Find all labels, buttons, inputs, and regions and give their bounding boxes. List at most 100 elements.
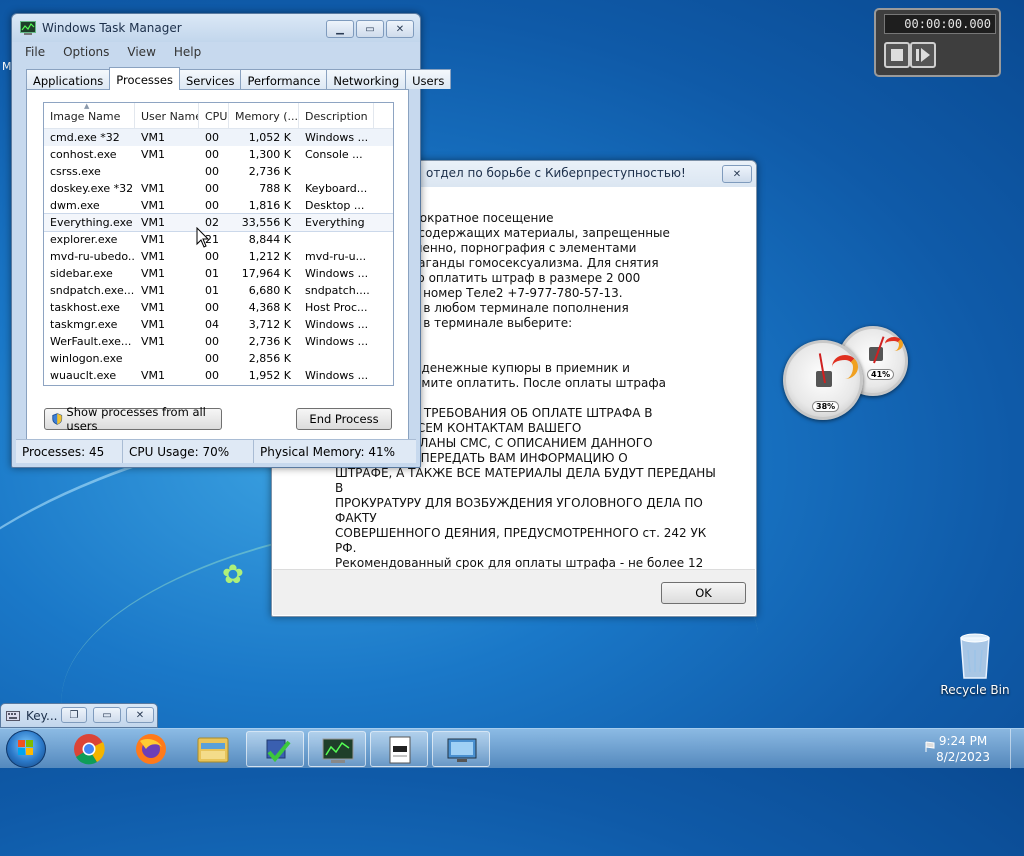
restore-button[interactable]: ❐ [61,707,87,723]
stopwatch-gadget[interactable]: 00:00:00.000 [874,8,1001,77]
taskbar-document[interactable] [370,731,428,767]
ransom-dialog-title: отдел по борьбе с Киберпреступностью! [426,166,686,180]
cell-description: Windows ... [305,335,369,348]
table-row[interactable]: dwm.exe VM1 00 1,816 K Desktop ... [44,197,393,214]
taskbar: 9:24 PM 8/2/2023 [0,728,1024,769]
cell-image-name: sndpatch.exe... [50,284,135,297]
cell-memory: 1,816 K [248,199,291,212]
table-row[interactable]: mvd-ru-ubedo... VM1 00 1,212 Kmvd-ru-u... [44,248,393,265]
close-icon: ✕ [732,168,742,180]
cell-memory: 2,736 K [248,165,291,178]
table-row[interactable]: taskmgr.exe VM1 04 3,712 K Windows ... [44,316,393,333]
show-all-processes-button[interactable]: Show processes from all users [44,405,222,433]
table-row[interactable]: conhost.exe VM1 00 1,300 K Console ... [44,146,393,163]
stopwatch-start-button[interactable] [910,42,936,68]
menu-options[interactable]: Options [54,42,118,62]
taskbar-task-manager[interactable] [308,731,366,767]
process-list-body: cmd.exe *32 VM1 00 1,052 K Windows ... conhos… [44,129,393,384]
cell-image-name: doskey.exe *32 [50,182,134,195]
tab-services[interactable]: Services [178,69,242,89]
cell-image-name: cmd.exe *32 [50,131,120,144]
menu-file[interactable]: File [16,42,54,62]
minimized-window-title: Key... [26,709,58,723]
cell-cpu: 00 [205,199,219,212]
column-memory[interactable]: Memory (... [229,103,299,128]
recycle-bin-desktop-icon[interactable]: Recycle Bin [940,630,1010,697]
close-button[interactable]: ✕ [126,707,154,723]
process-list[interactable]: ▲ Image Name User Name CPU Memory (... De… [43,102,394,386]
table-row[interactable]: sidebar.exe VM1 01 17,964 K Windows ... [44,265,393,282]
end-process-button[interactable]: End Process [296,408,392,430]
tab-applications[interactable]: Applications [26,69,111,89]
menu-view[interactable]: View [118,42,164,62]
cell-memory: 17,964 K [241,267,291,280]
task-manager-title: Windows Task Manager [42,21,182,35]
table-row[interactable]: wuauclt.exe VM1 00 1,952 K Windows ... [44,367,393,384]
tab-processes[interactable]: Processes [109,67,180,90]
tab-performance[interactable]: Performance [240,69,328,89]
cell-image-name: winlogon.exe [50,352,123,365]
cell-cpu: 00 [205,301,219,314]
column-cpu[interactable]: CPU [199,103,229,128]
wallpaper-leaf-icon: ✿ [222,560,244,590]
cell-user-name [135,350,199,367]
cell-memory: 8,844 K [248,233,291,246]
cell-memory: 1,300 K [248,148,291,161]
cell-description [299,350,374,367]
table-row[interactable]: sndpatch.exe... VM1 01 6,680 K sndpatch.... [44,282,393,299]
tray-flag-icon[interactable] [924,741,936,753]
tab-users[interactable]: Users [405,69,452,89]
cell-cpu: 00 [205,369,219,382]
taskbar-chrome[interactable] [60,731,118,767]
uac-shield-icon [52,413,63,425]
cell-description: Console ... [305,148,363,161]
minimize-button[interactable]: ▁ [326,20,354,38]
cell-cpu: 01 [205,284,219,297]
column-user-name[interactable]: User Name [135,103,199,128]
ransom-message-line: СОВЕРШЕННОГО ДЕЯНИЯ, ПРЕДУСМОТРЕННОГО ст… [335,526,711,555]
tab-networking[interactable]: Networking [326,69,407,89]
taskbar-explorer[interactable] [184,731,242,767]
table-row[interactable]: winlogon.exe 00 2,856 K [44,350,393,367]
taskbar-ransom-app[interactable] [246,731,304,767]
maximize-button[interactable]: ▭ [356,20,384,38]
menu-help[interactable]: Help [165,42,210,62]
column-image-name[interactable]: ▲ Image Name [44,103,135,128]
ok-button[interactable]: OK [661,582,746,604]
system-clock[interactable]: 9:24 PM 8/2/2023 [936,733,990,765]
close-button[interactable]: ✕ [386,20,414,38]
processes-panel: ▲ Image Name User Name CPU Memory (... De… [26,89,409,441]
table-row[interactable]: Everything.exe VM1 02 33,556 K Everything [44,213,393,232]
maximize-button[interactable]: ▭ [93,707,121,723]
task-manager-titlebar[interactable]: Windows Task Manager ▁ ▭ ✕ [12,14,420,42]
table-row[interactable]: explorer.exe VM1 21 8,844 K [44,231,393,248]
cell-image-name: csrss.exe [50,165,101,178]
cell-description: Windows ... [305,369,369,382]
table-row[interactable]: csrss.exe 00 2,736 K [44,163,393,180]
cell-description: Keyboard... [305,182,368,195]
start-button[interactable] [6,730,46,768]
close-button[interactable]: ✕ [722,165,752,183]
restore-icon: ❐ [69,709,79,721]
memory-gauge-label: 41% [867,369,895,380]
taskbar-firefox[interactable] [122,731,180,767]
taskbar-remote-desktop[interactable] [432,731,490,767]
cell-user-name: VM1 [141,318,166,331]
column-description[interactable]: Description [299,103,374,128]
ransom-message-line: ПРОКУРАТУРУ ДЛЯ ВОЗБУЖДЕНИЯ УГОЛОВНОГО Д… [335,496,707,525]
cpu-gauge: 38% [783,340,863,420]
ransom-message-line: ШТРАФЕ, А ТАКЖЕ ВСЕ МАТЕРИАЛЫ ДЕЛА БУДУТ… [335,466,720,495]
table-row[interactable]: WerFault.exe... VM1 00 2,736 K Windows ... [44,333,393,350]
cell-memory: 1,952 K [248,369,291,382]
table-row[interactable]: cmd.exe *32 VM1 00 1,052 K Windows ... [44,129,393,146]
mouse-cursor-icon [196,226,210,252]
task-manager-app-icon [20,21,36,35]
start-orb-icon [18,740,33,755]
maximize-icon: ▭ [102,709,112,721]
minimized-window-bar[interactable]: Key... ❐ ▭ ✕ [0,703,158,728]
task-manager-icon [322,738,354,763]
show-desktop-button[interactable] [1010,729,1024,769]
table-row[interactable]: taskhost.exe VM1 00 4,368 K Host Proc... [44,299,393,316]
table-row[interactable]: doskey.exe *32 VM1 00 788 K Keyboard... [44,180,393,197]
stopwatch-stop-button[interactable] [884,42,910,68]
